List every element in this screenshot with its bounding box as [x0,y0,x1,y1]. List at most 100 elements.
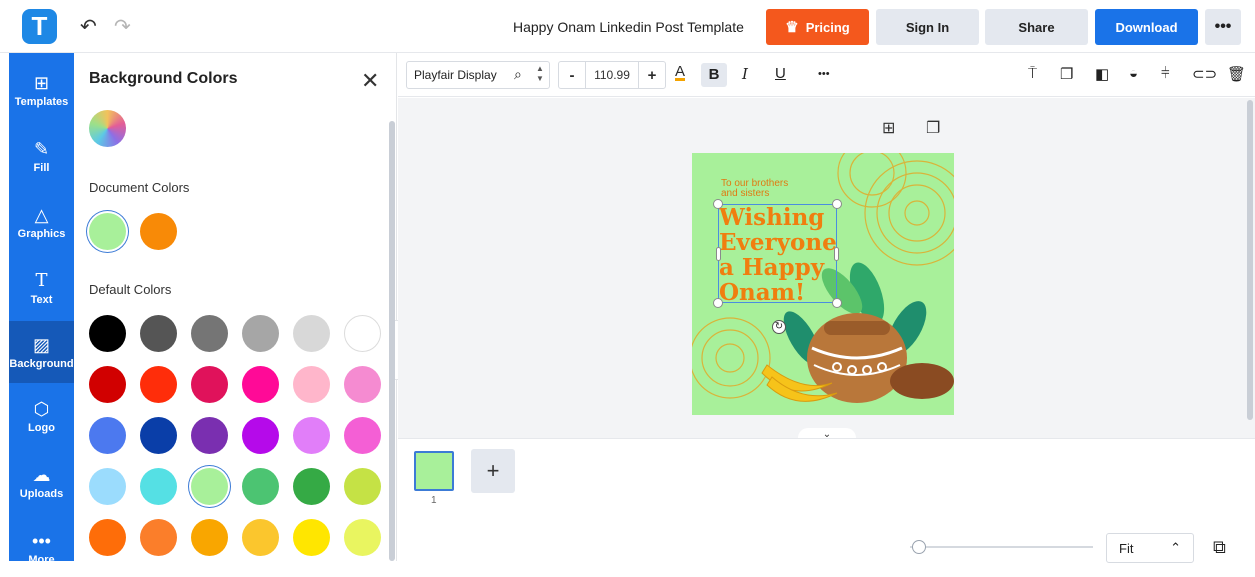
sidebar-item-graphics[interactable]: △ Graphics [9,193,74,251]
decrease-size-button[interactable]: - [559,67,585,84]
default-color-swatch[interactable] [89,366,126,403]
default-color-swatch[interactable] [293,366,330,403]
share-button[interactable]: Share [985,9,1088,45]
default-color-swatch[interactable] [191,468,228,505]
align-icon[interactable]: ⫩ [1161,65,1170,82]
default-color-swatch[interactable] [293,519,330,556]
default-color-swatch[interactable] [242,519,279,556]
sidebar-item-fill[interactable]: ✎ Fill [9,127,74,185]
sidebar-item-text[interactable]: T Text [9,259,74,317]
undo-icon[interactable]: ↶ [80,14,97,39]
download-button[interactable]: Download [1095,9,1198,45]
redo-icon[interactable]: ↷ [114,14,131,39]
default-color-swatch[interactable] [140,417,177,454]
default-color-swatch[interactable] [89,519,126,556]
document-title[interactable]: Happy Onam Linkedin Post Template [513,19,744,35]
page-thumbnail[interactable] [414,451,454,491]
left-sidebar: ⊞ Templates ✎ Fill △ Graphics T Text ▨ B… [9,53,74,566]
rotate-handle-icon[interactable]: ↻ [772,320,786,334]
resize-handle[interactable] [832,199,842,209]
default-color-swatch[interactable] [242,417,279,454]
layer-order-icon[interactable]: ◧ [1095,65,1109,83]
default-color-swatch[interactable] [191,366,228,403]
zoom-slider-handle[interactable] [912,540,926,554]
resize-handle[interactable] [716,247,721,261]
templates-icon: ⊞ [33,72,50,93]
link-icon[interactable]: ⊂⊃ [1192,65,1217,83]
resize-handle[interactable] [834,247,839,261]
default-color-swatch[interactable] [344,519,381,556]
default-color-swatch[interactable] [293,468,330,505]
default-color-swatch[interactable] [89,417,126,454]
mandala-top-right [837,153,954,266]
font-family-select[interactable]: Playfair Display ⌕ ▲ ▼ [406,61,550,89]
resize-handle[interactable] [713,298,723,308]
zoom-slider-track[interactable] [910,546,1093,548]
paint-roller-icon[interactable]: ⍑ [1028,65,1037,82]
crown-icon: ♛ [785,19,799,36]
sidebar-item-label: More [28,553,55,566]
pricing-button[interactable]: ♛ Pricing [766,9,869,45]
default-color-swatch[interactable] [191,519,228,556]
default-color-swatch[interactable] [344,417,381,454]
italic-button[interactable]: I [742,65,748,83]
trash-icon[interactable]: 🗑 [1227,65,1246,83]
duplicate-page-icon[interactable]: ❐ [926,118,940,138]
close-icon[interactable]: ✕ [361,68,379,94]
sidebar-item-logo[interactable]: ⬡ Logo [9,387,74,445]
default-color-swatch[interactable] [140,519,177,556]
resize-handle[interactable] [713,199,723,209]
font-family-value: Playfair Display [414,68,497,82]
zoom-select[interactable]: Fit ⌃ [1106,533,1194,563]
coconut-shell [890,363,954,399]
default-color-swatch[interactable] [242,468,279,505]
background-icon: ▨ [32,334,50,355]
add-page-button[interactable]: + [471,449,515,493]
underline-button[interactable]: U [775,65,786,82]
sign-in-button[interactable]: Sign In [876,9,979,45]
document-color-swatch[interactable] [89,213,126,250]
default-color-swatch[interactable] [344,366,381,403]
clay-pot [807,313,907,403]
default-color-swatch[interactable] [140,366,177,403]
default-color-swatch[interactable] [242,366,279,403]
font-spinner-icon[interactable]: ▲ ▼ [536,64,544,84]
default-color-swatch[interactable] [344,315,381,352]
default-color-swatch[interactable] [191,315,228,352]
sidebar-item-background[interactable]: ▨ Background [9,321,74,383]
default-color-swatch[interactable] [89,315,126,352]
default-color-swatch[interactable] [140,315,177,352]
design-artboard[interactable]: To our brothers and sisters Wishing Ever… [692,153,954,415]
default-color-swatch[interactable] [89,468,126,505]
text-icon: T [35,269,48,291]
increase-size-button[interactable]: + [639,67,665,84]
default-color-swatch[interactable] [293,315,330,352]
canvas-scrollbar[interactable] [1247,100,1253,420]
more-text-options-button[interactable]: ••• [818,68,830,80]
sidebar-item-more[interactable]: ••• More [9,519,74,577]
font-size-stepper: - 110.99 + [558,61,666,89]
sidebar-item-uploads[interactable]: ☁ Uploads [9,453,74,511]
resize-handle[interactable] [832,298,842,308]
default-color-swatch[interactable] [242,315,279,352]
bold-button[interactable]: B [701,63,727,87]
text-color-button[interactable]: A [675,63,685,80]
document-color-swatch[interactable] [140,213,177,250]
default-color-swatch[interactable] [140,468,177,505]
default-color-swatch[interactable] [191,417,228,454]
page-view-icon[interactable]: ⧉ [1213,537,1226,558]
font-size-input[interactable]: 110.99 [585,62,639,88]
default-color-swatch[interactable] [344,468,381,505]
chevron-up-icon: ⌃ [1170,540,1181,555]
gradient-color-picker[interactable] [89,110,126,147]
more-options-button[interactable]: ••• [1205,9,1241,45]
logo-icon: ⬡ [33,398,50,419]
sidebar-item-templates[interactable]: ⊞ Templates [9,61,74,119]
opacity-icon[interactable]: ◒ [1129,65,1138,82]
add-element-icon[interactable]: ⊞ [882,118,895,138]
app-logo[interactable]: T [22,9,57,44]
copy-style-icon[interactable]: ❐ [1060,65,1073,83]
search-icon[interactable]: ⌕ [514,66,522,83]
art-subtitle[interactable]: To our brothers and sisters [721,179,788,199]
default-color-swatch[interactable] [293,417,330,454]
